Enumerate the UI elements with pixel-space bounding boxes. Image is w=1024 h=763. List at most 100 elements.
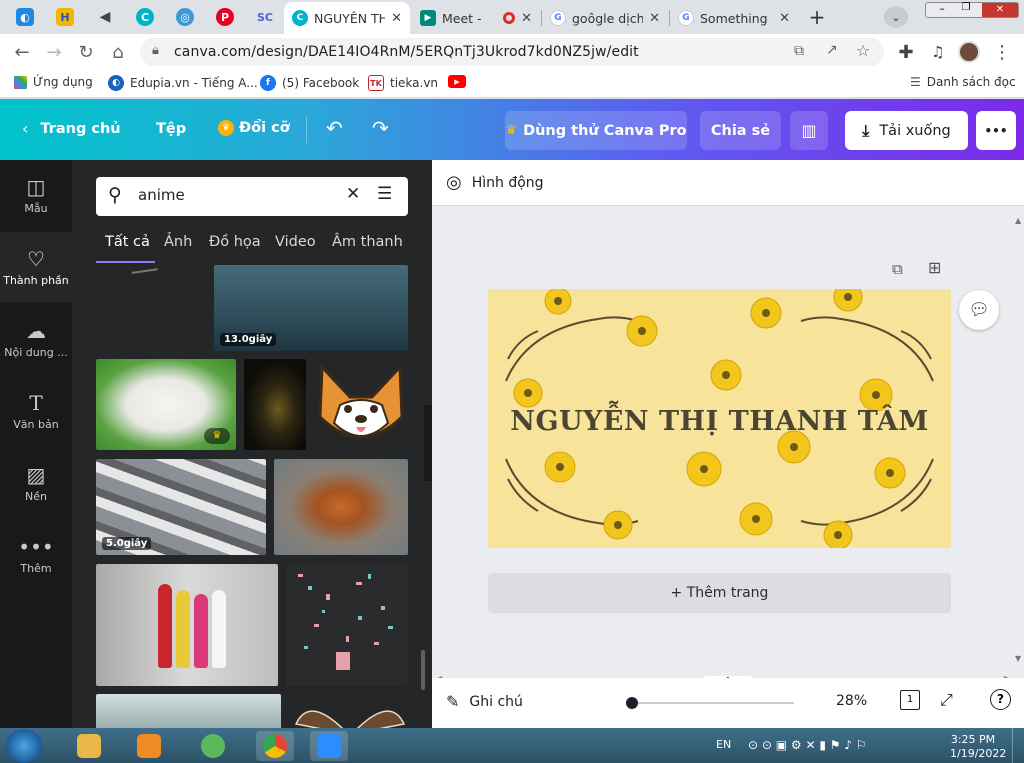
tab-search-icon[interactable]: ⌄: [884, 6, 908, 28]
design-title-text[interactable]: NGUYỄN THỊ THANH TÂM: [488, 406, 951, 437]
redo-icon[interactable]: ↷: [372, 116, 389, 140]
try-canva-pro-button[interactable]: ♛ Dùng thử Canva Pro: [505, 111, 687, 150]
pinned-tab-3[interactable]: ◀: [90, 4, 120, 30]
tab-meet[interactable]: ▶ Meet - ✕: [412, 2, 540, 34]
thumb-birds-video[interactable]: 5.0giây: [96, 459, 266, 555]
star-icon[interactable]: ☆: [856, 41, 870, 60]
rail-elements[interactable]: ♡ Thành phần: [0, 232, 72, 302]
close-icon[interactable]: ✕: [521, 11, 532, 26]
thumb-butterfly-graphic[interactable]: [290, 694, 408, 728]
page-count[interactable]: 1: [900, 690, 920, 710]
tab-audio[interactable]: Âm thanh: [332, 234, 403, 250]
tab-all[interactable]: Tất cả: [105, 234, 150, 250]
clear-icon[interactable]: ✕: [346, 184, 360, 204]
tab-graphics[interactable]: Đồ họa: [209, 234, 261, 250]
taskbar-media[interactable]: [130, 731, 168, 761]
bookmark-apps[interactable]: Ứng dụng: [14, 75, 93, 89]
install-icon[interactable]: ⧉: [794, 43, 804, 59]
new-tab-button[interactable]: +: [803, 5, 831, 29]
clock[interactable]: 3:25 PM 1/19/2022: [950, 733, 1006, 761]
close-icon[interactable]: ✕: [649, 11, 660, 26]
add-page-button[interactable]: + Thêm trang: [488, 573, 951, 613]
fullscreen-icon[interactable]: ⤢: [940, 690, 953, 710]
restore-icon[interactable]: ❐: [954, 2, 978, 13]
close-window-icon[interactable]: ✕: [982, 3, 1018, 17]
bookmark-facebook[interactable]: f (5) Facebook: [260, 75, 359, 91]
bookmark-tieka[interactable]: TK tieka.vn: [368, 75, 438, 91]
forward-icon[interactable]: →: [42, 40, 66, 64]
bookmark-edupia[interactable]: ◐ Edupia.vn - Tiếng A...: [108, 75, 258, 91]
minimize-icon[interactable]: –: [930, 2, 954, 15]
thumb-stroke-graphic[interactable]: [131, 268, 159, 278]
thumb-confetti-graphic[interactable]: [286, 564, 408, 686]
animate-button[interactable]: ◎ Hình động: [446, 172, 544, 193]
pinned-tab-7[interactable]: SC: [250, 4, 280, 30]
thumb-snake[interactable]: [244, 359, 306, 450]
more-button[interactable]: •••: [976, 111, 1016, 150]
comment-icon[interactable]: 💬︎: [959, 290, 999, 330]
rail-background[interactable]: ▨ Nền: [0, 448, 72, 518]
close-icon[interactable]: ✕: [779, 11, 790, 26]
zoom-level[interactable]: 28%: [836, 693, 867, 709]
thumb-bowling-pins[interactable]: [96, 564, 278, 686]
rail-uploads[interactable]: ☁ Nội dung ...: [0, 304, 72, 374]
thumb-squirrel[interactable]: [274, 459, 408, 555]
filter-icon[interactable]: ☰: [377, 184, 392, 204]
pinned-tab-4[interactable]: C: [130, 4, 160, 30]
scroll-down-icon[interactable]: ▼: [1015, 654, 1021, 663]
help-icon[interactable]: ?: [990, 689, 1011, 710]
resize-button[interactable]: ♛ Đổi cỡ: [218, 120, 290, 136]
duplicate-page-icon[interactable]: ⧉: [892, 260, 903, 278]
pinned-tab-5[interactable]: ◎: [170, 4, 200, 30]
download-button[interactable]: ⤓ Tải xuống: [845, 111, 968, 150]
reading-list[interactable]: ☰ Danh sách đọc: [910, 75, 1016, 89]
search-input[interactable]: [138, 186, 338, 204]
insights-icon[interactable]: ▥: [790, 111, 828, 150]
share-button[interactable]: Chia sẻ: [700, 111, 781, 150]
zoom-slider[interactable]: [626, 697, 794, 709]
show-desktop-button[interactable]: [1012, 728, 1024, 763]
taskbar-explorer[interactable]: [70, 731, 108, 761]
thumb-cat-photo[interactable]: [96, 694, 281, 728]
pinned-tab-1[interactable]: ◐: [10, 4, 40, 30]
panel-scrollbar[interactable]: [421, 650, 425, 690]
tab-photos[interactable]: Ảnh: [164, 234, 192, 250]
taskbar-zoom[interactable]: [310, 731, 348, 761]
file-menu[interactable]: Tệp: [156, 121, 186, 137]
thumb-underwater-video[interactable]: 13.0giây: [214, 265, 408, 351]
tray-icons[interactable]: ⊙ ⊙ ▣ ⚙ ✕ ▮ ⚑ ♪ ⚐: [748, 738, 867, 752]
start-button[interactable]: [6, 729, 42, 763]
home-link[interactable]: ‹ Trang chủ: [22, 119, 121, 138]
thumb-white-dog[interactable]: ♛: [96, 359, 236, 450]
media-icon[interactable]: ♫: [926, 40, 950, 64]
design-page[interactable]: NGUYỄN THỊ THANH TÂM: [488, 289, 951, 548]
avatar[interactable]: [958, 41, 980, 63]
bookmark-youtube[interactable]: ▶: [448, 75, 472, 88]
undo-icon[interactable]: ↶: [326, 116, 343, 140]
menu-icon[interactable]: ⋮: [990, 40, 1014, 64]
tab-videos[interactable]: Video: [275, 234, 316, 250]
language-indicator[interactable]: EN: [716, 738, 731, 751]
tab-google-translate[interactable]: G goôgle dịch ✕: [542, 2, 668, 34]
taskbar-chrome[interactable]: [256, 731, 294, 761]
close-icon[interactable]: ✕: [391, 11, 402, 26]
pinned-tab-6[interactable]: P: [210, 4, 240, 30]
address-bar[interactable]: 🔒︎ canva.com/design/DAE14IO4RnM/5ERQnTj3…: [140, 38, 884, 66]
tab-something[interactable]: G Something ✕: [670, 2, 798, 34]
pinned-tab-2[interactable]: H: [50, 4, 80, 30]
rail-templates[interactable]: ◫ Mẫu: [0, 160, 72, 230]
thumb-corgi-graphic[interactable]: [314, 359, 408, 450]
taskbar-app[interactable]: [194, 731, 232, 761]
rail-text[interactable]: T Văn bản: [0, 376, 72, 446]
scroll-up-icon[interactable]: ▲: [1015, 216, 1021, 225]
zoom-slider-knob[interactable]: [626, 697, 638, 709]
tab-canva-design[interactable]: C NGUYỄN TH ✕: [284, 2, 410, 34]
home-icon[interactable]: ⌂: [106, 40, 130, 64]
reload-icon[interactable]: ↻: [74, 40, 98, 64]
extensions-icon[interactable]: ✚: [894, 40, 918, 64]
notes-button[interactable]: ✎ Ghi chú: [446, 692, 523, 711]
back-icon[interactable]: ←: [10, 40, 34, 64]
add-page-icon[interactable]: ⊞: [928, 258, 941, 277]
rail-more[interactable]: ••• Thêm: [0, 520, 72, 590]
share-icon[interactable]: ↗: [826, 42, 838, 58]
